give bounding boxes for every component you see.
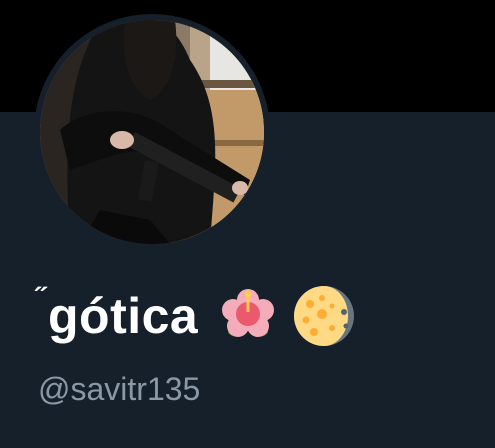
profile-handle: @savitr135 bbox=[38, 371, 201, 407]
hibiscus-icon bbox=[218, 286, 278, 346]
avatar-photo bbox=[40, 20, 264, 244]
avatar[interactable] bbox=[40, 20, 264, 244]
avatar-border bbox=[34, 14, 270, 250]
name-prefix-mark: ˝ bbox=[36, 282, 46, 315]
waning-gibbous-moon-icon bbox=[292, 284, 356, 348]
display-name: gótica bbox=[48, 288, 199, 344]
display-name-row: ˝ gótica bbox=[36, 276, 356, 356]
